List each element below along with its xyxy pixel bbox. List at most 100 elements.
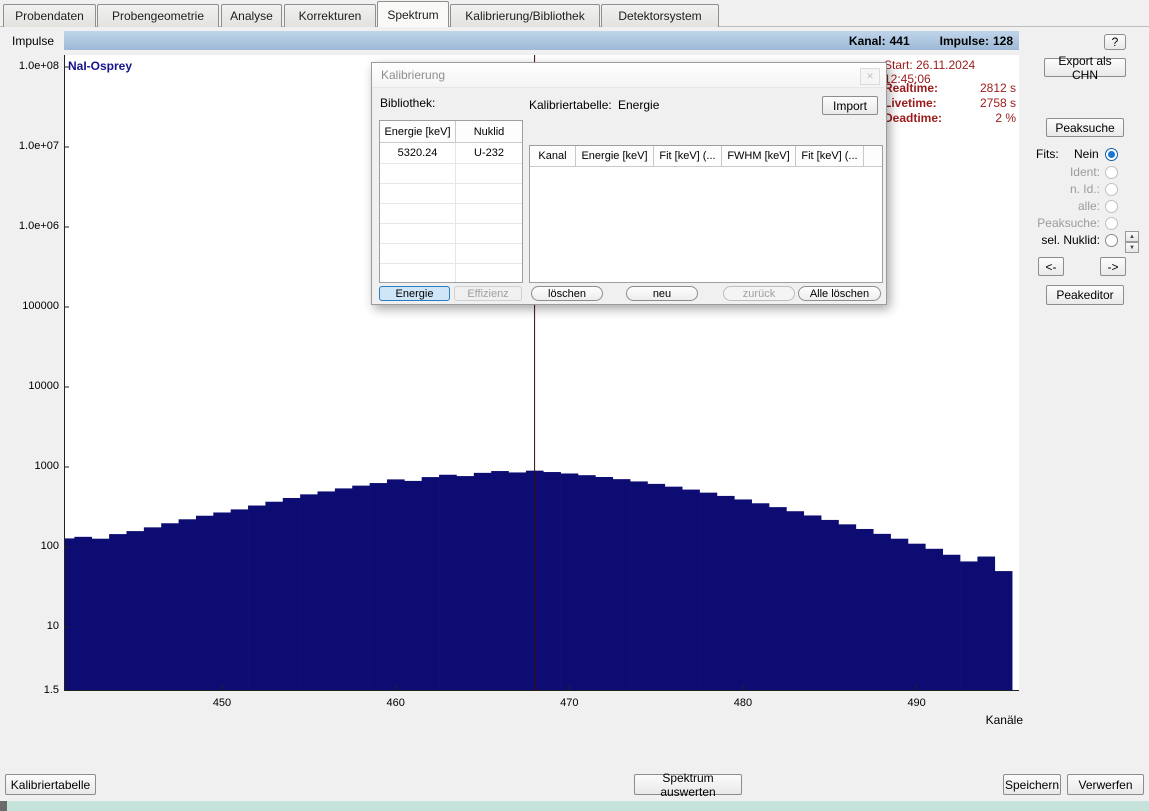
n-id-radio — [1105, 183, 1118, 196]
ident-label: Ident: — [1070, 165, 1100, 179]
spinner-up-icon[interactable]: ▲ — [1125, 231, 1139, 242]
ident-radio — [1105, 166, 1118, 179]
spinner-down-icon[interactable]: ▼ — [1125, 242, 1139, 253]
kalibrierung-dialog: Kalibrierung ✕ Bibliothek: Energie [keV]… — [371, 62, 887, 305]
verwerfen-button[interactable]: Verwerfen — [1067, 774, 1144, 795]
cal-col-fit2[interactable]: Fit [keV] (... — [796, 146, 864, 167]
histogram-bar — [126, 531, 144, 691]
histogram-bar — [283, 498, 301, 691]
histogram-bar — [543, 472, 561, 691]
cursor-counts-readout: Impulse: 128 — [936, 34, 1013, 48]
fits-label: Fits: — [1036, 147, 1059, 161]
dialog-title: Kalibrierung — [381, 68, 445, 82]
nuklid-spinner[interactable]: ▲ ▼ — [1125, 231, 1139, 253]
fits-nein-radio[interactable] — [1105, 148, 1118, 161]
spectrum-info-bar: Kanal: 441 Impulse: 128 — [64, 31, 1019, 50]
dialog-title-bar[interactable]: Kalibrierung — [372, 63, 886, 88]
tab-spektrum[interactable]: Spektrum — [377, 1, 449, 27]
realtime-label: Realtime: — [884, 81, 938, 95]
tab-probendaten[interactable]: Probendaten — [3, 4, 96, 27]
spektrum-auswerten-button[interactable]: Spektrum auswerten — [634, 774, 742, 795]
histogram-bar — [734, 499, 752, 691]
histogram-bar — [439, 475, 457, 691]
x-tick-label: 460 — [376, 697, 416, 709]
histogram-bar — [213, 512, 231, 691]
tab-analyse[interactable]: Analyse — [221, 4, 282, 27]
histogram-bar — [64, 538, 75, 691]
histogram-bar — [109, 534, 127, 691]
y-tick-label: 10000 — [0, 380, 59, 392]
deadtime-label: Deadtime: — [884, 111, 942, 125]
kalibriertabelle-label: Kalibriertabelle: — [529, 98, 612, 112]
histogram-bar — [838, 524, 856, 691]
x-tick-label: 470 — [549, 697, 589, 709]
library-col-nuklid[interactable]: Nuklid — [456, 121, 522, 142]
histogram-bar — [318, 491, 336, 691]
impulse-value: 128 — [993, 34, 1013, 48]
tab-korrekturen[interactable]: Korrekturen — [284, 4, 376, 27]
kalibriertabelle-button[interactable]: Kalibriertabelle — [5, 774, 96, 795]
x-tick-label: 490 — [897, 697, 937, 709]
peaksuche-radio — [1105, 217, 1118, 230]
y-tick-label: 10 — [0, 620, 59, 632]
impulse-label: Impulse: — [940, 34, 989, 48]
histogram-bar — [891, 539, 909, 691]
kanal-label: Kanal: — [849, 34, 886, 48]
library-row[interactable]: 5320.24 U-232 — [380, 143, 522, 164]
histogram-bar — [613, 479, 631, 691]
energie-toggle-button[interactable]: Energie — [379, 286, 450, 301]
x-axis-title: Kanäle — [979, 713, 1023, 727]
close-icon[interactable]: ✕ — [860, 68, 880, 85]
calibration-table-header: Kanal Energie [keV] Fit [keV] (... FWHM … — [530, 146, 882, 167]
histogram-bar — [821, 520, 839, 691]
histogram-bar — [404, 481, 422, 691]
y-tick-label: 100000 — [0, 300, 59, 312]
help-button[interactable]: ? — [1104, 34, 1126, 50]
histogram-bar — [74, 537, 92, 691]
peakeditor-button[interactable]: Peakeditor — [1046, 285, 1124, 305]
library-table[interactable]: Energie [keV] Nuklid 5320.24 U-232 — [379, 120, 523, 283]
x-tick-label: 450 — [202, 697, 242, 709]
bibliothek-label: Bibliothek: — [380, 96, 435, 110]
tab-kalibrierung-bibliothek[interactable]: Kalibrierung/Bibliothek — [450, 4, 600, 27]
livetime-value: 2758 s — [980, 96, 1016, 110]
library-col-energie[interactable]: Energie [keV] — [380, 121, 456, 142]
calibration-table[interactable]: Kanal Energie [keV] Fit [keV] (... FWHM … — [529, 145, 883, 283]
histogram-bar — [943, 555, 961, 691]
tab-detektorsystem[interactable]: Detektorsystem — [601, 4, 719, 27]
loeschen-button[interactable]: löschen — [531, 286, 603, 301]
cursor-channel-readout: Kanal: 441 — [845, 34, 910, 48]
sel-nuklid-radio[interactable] — [1105, 234, 1118, 247]
histogram-bar — [474, 473, 492, 691]
kanal-value: 441 — [890, 34, 910, 48]
histogram-bar — [179, 519, 197, 691]
realtime-value: 2812 s — [980, 81, 1016, 95]
peaksuche-radio-label: Peaksuche: — [1037, 216, 1100, 230]
y-tick-label: 1.0e+06 — [0, 220, 59, 232]
cal-col-energie[interactable]: Energie [keV] — [576, 146, 654, 167]
speichern-button[interactable]: Speichern — [1003, 774, 1061, 795]
prev-peak-button[interactable]: <- — [1038, 257, 1064, 276]
histogram-bar — [995, 571, 1013, 691]
histogram-bar — [647, 484, 665, 691]
cal-col-kanal[interactable]: Kanal — [530, 146, 576, 167]
alle-label: alle: — [1078, 199, 1100, 213]
kalibriertabelle-value: Energie — [618, 98, 659, 112]
neu-button[interactable]: neu — [626, 286, 698, 301]
y-axis-title: Impulse — [12, 34, 54, 48]
sel-nuklid-label: sel. Nuklid: — [1041, 233, 1100, 247]
y-tick-label: 1.0e+07 — [0, 140, 59, 152]
histogram-bar — [265, 502, 283, 691]
library-table-header: Energie [keV] Nuklid — [380, 121, 522, 143]
histogram-bar — [960, 561, 978, 691]
cal-col-fit1[interactable]: Fit [keV] (... — [654, 146, 722, 167]
cal-col-fwhm[interactable]: FWHM [keV] — [722, 146, 796, 167]
histogram-bar — [630, 481, 648, 691]
next-peak-button[interactable]: -> — [1100, 257, 1126, 276]
histogram-bar — [387, 479, 405, 691]
peaksuche-button[interactable]: Peaksuche — [1046, 118, 1124, 137]
tab-probengeometrie[interactable]: Probengeometrie — [97, 4, 219, 27]
import-button[interactable]: Import — [822, 96, 878, 115]
alle-loeschen-button[interactable]: Alle löschen — [798, 286, 881, 301]
export-chn-button[interactable]: Export als CHN — [1044, 58, 1126, 77]
